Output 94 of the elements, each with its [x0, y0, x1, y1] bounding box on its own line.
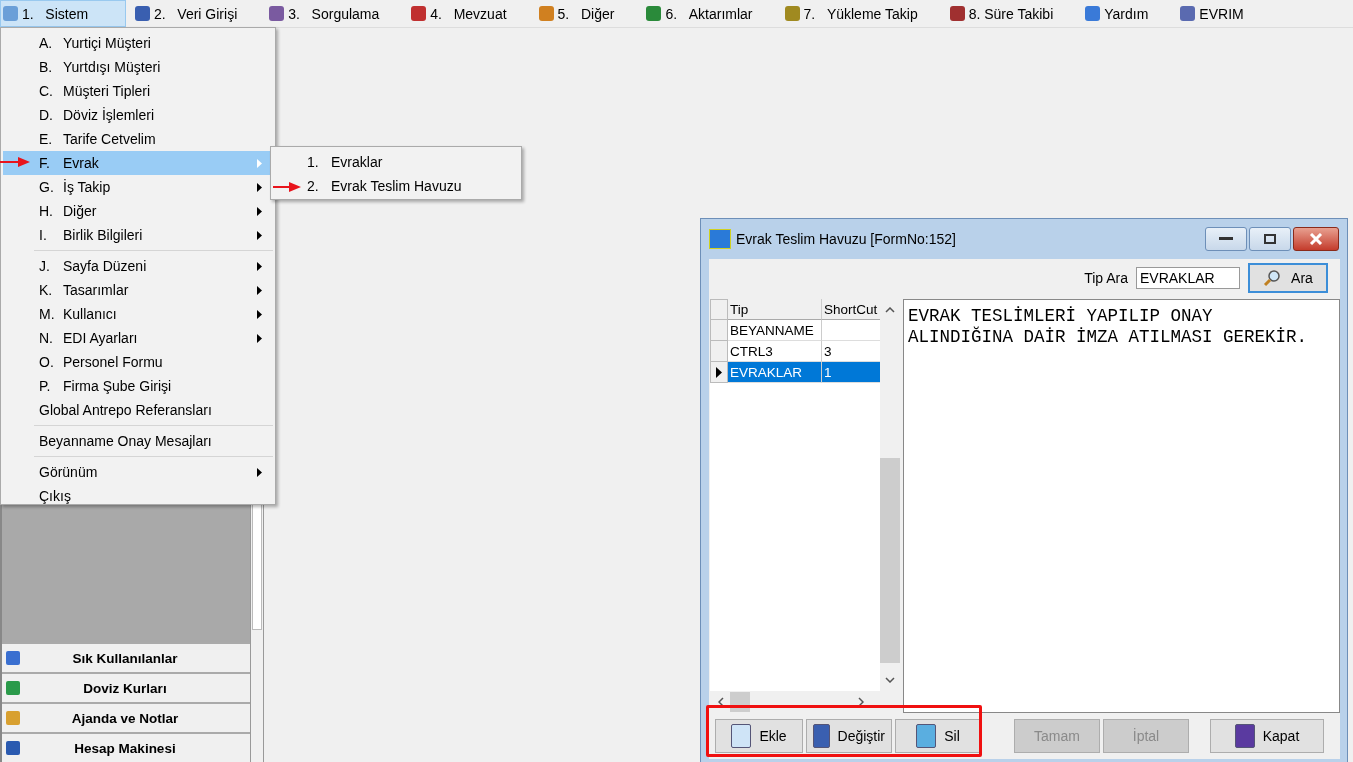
search-button[interactable]: Ara	[1248, 263, 1328, 293]
menu-item[interactable]: K. Tasarımlar	[3, 278, 273, 302]
app-icon	[6, 711, 20, 725]
submenu-caret-icon	[257, 158, 262, 168]
app-icon	[784, 6, 800, 21]
menu-item[interactable]: F. Evrak	[3, 151, 273, 175]
menu-item[interactable]: 1. Evraklar	[271, 150, 521, 174]
menu-item[interactable]: D. Döviz İşlemleri	[3, 103, 273, 127]
menu-bar-item[interactable]: 7. Yükleme Takip	[781, 0, 941, 27]
button-icon	[1234, 724, 1255, 748]
app-icon	[3, 6, 18, 21]
menu-item[interactable]: M. Kullanıcı	[3, 302, 273, 326]
memo-text-line: ALINDIĞINA DAİR İMZA ATILMASI GEREKİR.	[908, 327, 1309, 348]
button-icon	[916, 724, 937, 748]
menu-item[interactable]: J. Sayfa Düzeni	[3, 254, 273, 278]
table-cell: EVRAKLAR	[728, 362, 822, 383]
close-icon	[1309, 233, 1323, 245]
close-button[interactable]	[1293, 227, 1339, 251]
scroll-left-icon	[718, 697, 724, 707]
menu-bar-item[interactable]: 1. Sistem	[0, 0, 126, 27]
dialog-button[interactable]: Ekle	[715, 719, 803, 753]
table-row[interactable]: EVRAKLAR 1	[710, 362, 880, 383]
scroll-right-icon	[858, 697, 864, 707]
button-icon	[731, 724, 752, 748]
menu-item[interactable]: 2. Evrak Teslim Havuzu	[271, 174, 521, 198]
dialog-button[interactable]: Değiştir	[806, 719, 892, 753]
menu-bar-item[interactable]: 4. Mevzuat	[408, 0, 530, 27]
menu-item[interactable]: O. Personel Formu	[3, 350, 273, 374]
submenu-caret-icon	[257, 182, 262, 192]
search-field[interactable]: EVRAKLAR	[1136, 267, 1240, 289]
menu-bar-item[interactable]: 6. Aktarımlar	[643, 0, 776, 27]
app-icon	[269, 6, 285, 21]
menu-item[interactable]: Beyanname Onay Mesajları	[3, 429, 273, 453]
submenu-caret-icon	[257, 333, 262, 343]
submenu-caret-icon	[257, 285, 262, 295]
dialog-button[interactable]: Kapat	[1210, 719, 1324, 753]
app-icon	[646, 6, 662, 21]
maximize-icon	[1264, 234, 1276, 244]
scroll-thumb[interactable]	[880, 458, 900, 663]
menu-item[interactable]: Çıkış	[3, 484, 273, 508]
minimize-icon	[1219, 237, 1233, 241]
table-row[interactable]: BEYANNAME	[710, 320, 880, 341]
scroll-thumb[interactable]	[730, 692, 750, 712]
app-icon	[411, 6, 427, 21]
menu-item[interactable]: Global Antrepo Referansları	[3, 398, 273, 422]
memo-text-line: EVRAK TESLİMLERİ YAPILIP ONAY	[908, 306, 1214, 326]
menu-bar-item[interactable]: 5. Diğer	[535, 0, 638, 27]
table-cell: 3	[824, 343, 832, 359]
scroll-down-icon	[885, 677, 895, 683]
search-icon	[1263, 269, 1282, 287]
menu-bar-item[interactable]: 8. Süre Takibi	[946, 0, 1077, 27]
column-header[interactable]: ShortCut	[822, 299, 880, 320]
menu-item[interactable]: G. İş Takip	[3, 175, 273, 199]
menu-item[interactable]: E. Tarife Cetvelim	[3, 127, 273, 151]
menu-item[interactable]: H. Diğer	[3, 199, 273, 223]
app-icon	[6, 681, 20, 695]
app-icon	[6, 651, 20, 665]
app-icon	[6, 741, 20, 755]
app-icon	[709, 229, 731, 249]
menu-item[interactable]: N. EDI Ayarları	[3, 326, 273, 350]
menu-item[interactable]: P. Firma Şube Girişi	[3, 374, 273, 398]
app-icon	[1180, 6, 1196, 21]
column-header[interactable]: Tip	[728, 299, 822, 320]
app-icon	[135, 6, 150, 21]
menu-item[interactable]: B. Yurtdışı Müşteri	[3, 55, 273, 79]
menu-bar-item[interactable]: 3. Sorgulama	[266, 0, 403, 27]
submenu-caret-icon	[257, 261, 262, 271]
menu-item[interactable]: Görünüm	[3, 460, 273, 484]
submenu-caret-icon	[257, 467, 262, 477]
button-icon	[813, 724, 830, 748]
menu-item[interactable]: C. Müşteri Tipleri	[3, 79, 273, 103]
menu-bar-item[interactable]: Yardım	[1082, 0, 1172, 27]
submenu-caret-icon	[257, 230, 262, 240]
table-cell: BEYANNAME	[728, 320, 822, 341]
app-icon	[949, 6, 965, 21]
table-cell: 1	[824, 364, 832, 380]
maximize-button[interactable]	[1249, 227, 1291, 251]
arrow-icon	[273, 182, 301, 192]
arrow-icon	[0, 156, 30, 168]
menu-item[interactable]: I. Birlik Bilgileri	[3, 223, 273, 247]
scroll-up-icon	[885, 307, 895, 313]
minimize-button[interactable]	[1205, 227, 1247, 251]
submenu-caret-icon	[257, 206, 262, 216]
row-pointer-icon	[716, 366, 722, 378]
app-icon	[1085, 6, 1101, 21]
search-label: Tip Ara	[1084, 270, 1128, 286]
dialog-button[interactable]: Sil	[895, 719, 981, 753]
menu-item[interactable]: A. Yurtiçi Müşteri	[3, 31, 273, 55]
app-icon	[538, 6, 554, 21]
menu-bar-item[interactable]: 2. Veri Girişi	[132, 0, 261, 27]
menu-bar-item[interactable]: EVRIM	[1177, 0, 1267, 27]
memo-text-area[interactable]: EVRAK TESLİMLERİ YAPILIP ONAY ALINDIĞINA DAİR İMZA ATILMASI GEREKİR.	[903, 299, 1340, 713]
submenu-caret-icon	[257, 309, 262, 319]
window-title: Evrak Teslim Havuzu [FormNo:152]	[736, 231, 957, 247]
